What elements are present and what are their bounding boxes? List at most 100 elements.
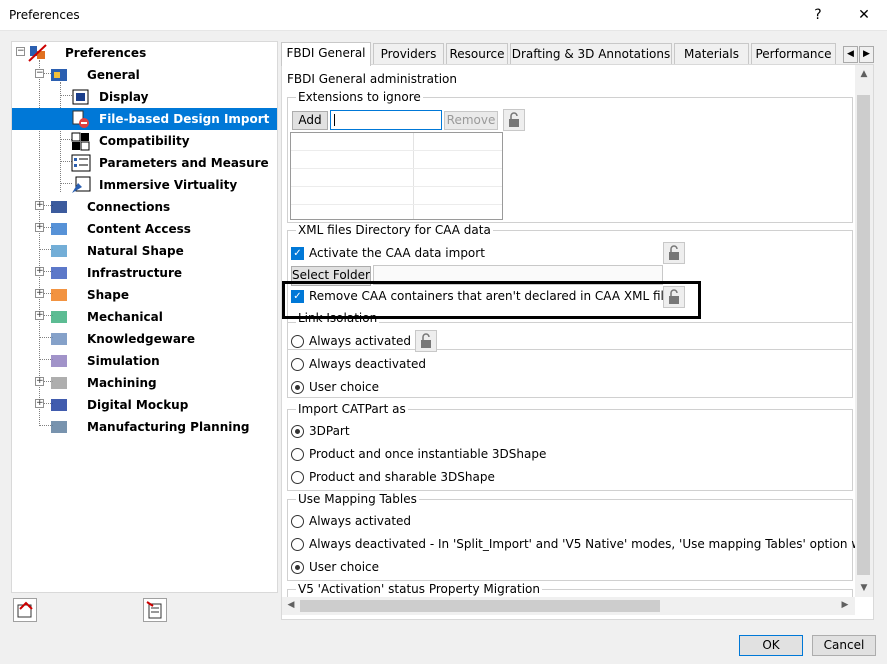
expand-icon[interactable]: +: [35, 267, 44, 276]
link-isolation-radio-3[interactable]: User choice: [291, 380, 379, 394]
compatibility-icon: [70, 131, 92, 151]
tree-item-immersive-virtuality[interactable]: Immersive Virtuality: [70, 174, 240, 196]
digital-mockup-icon: [48, 395, 70, 415]
mechanical-icon: [48, 307, 70, 327]
tree-item-display[interactable]: Display: [70, 86, 151, 108]
manufacturing-planning-icon: [48, 417, 70, 437]
tab-performance[interactable]: Performance: [751, 43, 836, 65]
infrastructure-icon: [48, 263, 70, 283]
radio-icon: [291, 560, 304, 574]
radio-icon: [291, 514, 304, 528]
tree-item-knowledgeware[interactable]: Knowledgeware: [48, 328, 198, 350]
import-catpart-label: Import CATPart as: [296, 402, 408, 416]
import-catpart-radio-1[interactable]: 3DPart: [291, 424, 350, 438]
radio-icon: [291, 537, 304, 551]
tree-item-preferences[interactable]: Preferences: [26, 42, 149, 64]
export-icon[interactable]: [143, 598, 167, 622]
radio-icon: [291, 380, 304, 394]
table-row: [291, 186, 502, 187]
highlight-annotation-box: [282, 281, 701, 319]
expand-icon[interactable]: +: [35, 289, 44, 298]
close-button[interactable]: ✕: [841, 0, 887, 31]
tab-materials[interactable]: Materials: [674, 43, 749, 65]
window-title: Preferences: [9, 8, 80, 22]
tree-item-compatibility[interactable]: Compatibility: [70, 130, 193, 152]
collapse-icon[interactable]: −: [16, 47, 25, 56]
reset-icon[interactable]: [13, 598, 37, 622]
table-row: [291, 204, 502, 205]
import-catpart-radio-3[interactable]: Product and sharable 3DShape: [291, 470, 495, 484]
machining-icon: [48, 373, 70, 393]
add-button[interactable]: Add: [292, 111, 328, 130]
horizontal-scrollbar[interactable]: ◀ ▶: [282, 597, 855, 615]
preferences-icon: [26, 43, 48, 63]
tree-line: [60, 82, 61, 192]
lock-icon[interactable]: [503, 109, 525, 131]
display-icon: [70, 87, 92, 107]
connections-icon: [48, 197, 70, 217]
tree-item-general[interactable]: General: [48, 64, 143, 86]
tree-item-mechanical[interactable]: Mechanical: [48, 306, 166, 328]
vertical-scrollbar[interactable]: ▲ ▼: [855, 65, 873, 597]
mapping-radio-1[interactable]: Always activated: [291, 514, 411, 528]
link-isolation-radio-1[interactable]: Always activated: [291, 334, 411, 348]
expand-icon[interactable]: +: [35, 399, 44, 408]
tab-scroll-left-icon[interactable]: ◀: [843, 46, 858, 63]
lock-icon[interactable]: [415, 330, 437, 352]
radio-icon: [291, 470, 304, 484]
file-import-icon: [70, 109, 92, 129]
tree-item-machining[interactable]: Machining: [48, 372, 160, 394]
help-button[interactable]: ?: [795, 0, 841, 31]
tab-fbdi-general[interactable]: FBDI General: [281, 42, 371, 66]
simulation-icon: [48, 351, 70, 371]
import-catpart-radio-2[interactable]: Product and once instantiable 3DShape: [291, 447, 546, 461]
tree-item-infrastructure[interactable]: Infrastructure: [48, 262, 185, 284]
tree-item-simulation[interactable]: Simulation: [48, 350, 163, 372]
tab-drafting-3d-annotations[interactable]: Drafting & 3D Annotations: [510, 43, 672, 65]
section-title: FBDI General administration: [287, 72, 457, 86]
scroll-right-icon[interactable]: ▶: [838, 600, 852, 610]
expand-icon[interactable]: +: [35, 201, 44, 210]
scroll-down-icon[interactable]: ▼: [857, 583, 871, 593]
virtuality-icon: [70, 175, 92, 195]
radio-icon: [291, 357, 304, 371]
radio-icon: [291, 334, 304, 348]
tree-item-parameters-and-measure[interactable]: Parameters and Measure: [70, 152, 272, 174]
tab-providers[interactable]: Providers: [373, 43, 444, 65]
parameters-icon: [70, 153, 92, 173]
table-row: [291, 150, 502, 151]
tree-item-file-based-design-import[interactable]: File-based Design Import: [70, 108, 273, 130]
mapping-radio-2[interactable]: Always deactivated - In 'Split_Import' a…: [291, 537, 856, 551]
tree-item-manufacturing-planning[interactable]: Manufacturing Planning: [48, 416, 253, 438]
expand-icon[interactable]: +: [35, 377, 44, 386]
xml-group-label: XML files Directory for CAA data: [296, 223, 493, 237]
link-isolation-radio-2[interactable]: Always deactivated: [291, 357, 426, 371]
ok-button[interactable]: OK: [739, 635, 803, 656]
expand-icon[interactable]: +: [35, 311, 44, 320]
shape-icon: [48, 285, 70, 305]
activate-caa-checkbox[interactable]: ✓ Activate the CAA data import: [291, 246, 485, 260]
extensions-group-label: Extensions to ignore: [296, 90, 423, 104]
scroll-thumb[interactable]: [300, 600, 660, 612]
tree-item-shape[interactable]: Shape: [48, 284, 132, 306]
content-access-icon: [48, 219, 70, 239]
text-cursor: [334, 114, 335, 126]
expand-icon[interactable]: +: [35, 223, 44, 232]
scroll-up-icon[interactable]: ▲: [857, 69, 871, 79]
tree-item-connections[interactable]: Connections: [48, 196, 173, 218]
collapse-icon[interactable]: −: [35, 69, 44, 78]
tab-scroll-right-icon[interactable]: ▶: [859, 46, 874, 63]
tree-item-content-access[interactable]: Content Access: [48, 218, 194, 240]
scroll-thumb[interactable]: [857, 95, 870, 575]
lock-icon[interactable]: [663, 242, 685, 264]
tab-resource[interactable]: Resource: [446, 43, 508, 65]
cancel-button[interactable]: Cancel: [812, 635, 876, 656]
extensions-table[interactable]: [290, 132, 503, 220]
scroll-left-icon[interactable]: ◀: [284, 600, 298, 610]
extension-input[interactable]: [330, 110, 442, 130]
tree-item-natural-shape[interactable]: Natural Shape: [48, 240, 187, 262]
tree-item-digital-mockup[interactable]: Digital Mockup: [48, 394, 191, 416]
mapping-radio-3[interactable]: User choice: [291, 560, 379, 574]
knowledgeware-icon: [48, 329, 70, 349]
remove-button[interactable]: Remove: [444, 111, 498, 130]
